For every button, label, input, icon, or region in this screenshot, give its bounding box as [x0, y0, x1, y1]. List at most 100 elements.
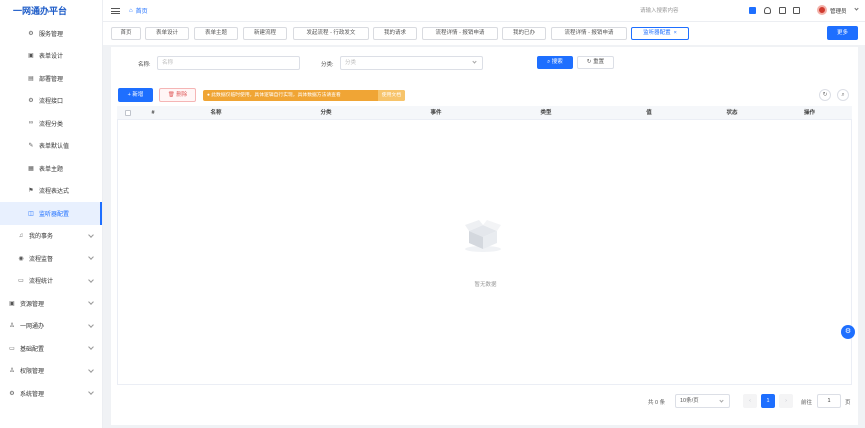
chevron-down-icon	[472, 59, 477, 64]
column-type[interactable]: 类型	[491, 106, 601, 120]
more-tabs-button[interactable]: 更多	[827, 26, 858, 40]
chevron-down-icon	[88, 389, 94, 395]
column-category[interactable]: 分类	[271, 106, 381, 120]
sidebar-item-9[interactable]: ♫ 我的事务	[0, 225, 102, 248]
sidebar-item-label: 监听器配置	[39, 211, 70, 218]
tab-my-done[interactable]: 我的已办	[502, 27, 546, 40]
sidebar-item-15[interactable]: ♙ 权限管理	[0, 360, 102, 383]
goto-page-input[interactable]: 1	[817, 394, 841, 408]
tab-label: 首页	[120, 30, 132, 36]
sidebar-item-0[interactable]: ⚙ 服务管理	[0, 22, 102, 45]
delete-button[interactable]: 🗑 删除	[159, 88, 196, 102]
listener-icon: ◫	[28, 210, 34, 217]
category-filter-label: 分类:	[321, 62, 334, 68]
tab-listener-config[interactable]: 监听器配置 ×	[631, 27, 689, 40]
tab-label: 新建流程	[253, 30, 276, 36]
sidebar-item-label: 基础配置	[20, 346, 45, 353]
chevron-down-icon	[88, 321, 94, 328]
reset-button[interactable]: ↻ 重置	[577, 56, 614, 69]
search-icon[interactable]	[793, 7, 800, 14]
chevron-down-icon[interactable]	[854, 6, 859, 11]
settings-float-icon[interactable]: ⚙	[841, 325, 855, 339]
tab-form-design[interactable]: 表单设计	[145, 27, 189, 40]
sidebar-item-12[interactable]: ▣ 资源管理	[0, 292, 102, 315]
sidebar-item-8[interactable]: ◫ 监听器配置	[0, 202, 102, 225]
sidebar-item-4[interactable]: ∞ 流程分类	[0, 112, 102, 135]
tab-form-theme[interactable]: 表单主题	[194, 27, 238, 40]
tab-new-process[interactable]: 新建流程	[243, 27, 287, 40]
sidebar-item-3[interactable]: ⚙ 流程接口	[0, 90, 102, 113]
tab-label: 表单主题	[204, 30, 227, 36]
name-filter-input[interactable]: 名称	[157, 56, 300, 70]
search-icon: ⌕	[547, 59, 551, 65]
tab-my-requests[interactable]: 我的请求	[373, 27, 417, 40]
cog-icon: ⚙	[28, 98, 34, 105]
permission-icon: ♙	[9, 368, 15, 375]
column-name[interactable]: 名称	[161, 106, 271, 120]
fullscreen-icon[interactable]	[779, 7, 786, 14]
tab-process-detail-1[interactable]: 流程详情 - 报销申请	[422, 27, 498, 40]
header-search-input[interactable]: 请输入搜索内容	[640, 6, 679, 14]
sidebar-item-1[interactable]: ▣ 表单设计	[0, 45, 102, 68]
prev-page-button[interactable]: ‹	[743, 394, 757, 408]
sidebar-item-16[interactable]: ⚙ 系统管理	[0, 382, 102, 405]
sidebar-item-label: 表单主题	[39, 166, 64, 173]
name-filter-label: 名称:	[138, 62, 151, 68]
avatar[interactable]	[817, 5, 827, 15]
sidebar-item-label: 系统管理	[20, 391, 45, 398]
bell-icon[interactable]	[764, 7, 771, 14]
system-icon: ⚙	[9, 390, 15, 397]
sidebar-item-6[interactable]: ▦ 表单主题	[0, 157, 102, 180]
chevron-down-icon	[88, 366, 94, 373]
sidebar-item-label: 流程接口	[39, 99, 64, 106]
search-toggle-icon[interactable]: ⌕	[837, 89, 849, 101]
home-icon: ⌂	[129, 7, 133, 14]
sidebar-item-5[interactable]: ✎ 表单默认值	[0, 135, 102, 158]
empty-box-illustration	[465, 220, 501, 252]
add-button[interactable]: + 新增	[118, 88, 153, 102]
usage-doc-link[interactable]: 使用文档	[377, 90, 405, 101]
close-icon[interactable]: ×	[674, 30, 677, 36]
tab-process-detail-2[interactable]: 流程详情 - 报销申请	[551, 27, 627, 40]
empty-state-text: 暂无数据	[474, 282, 497, 288]
sidebar-item-10[interactable]: ◉ 流程监督	[0, 247, 102, 270]
column-event[interactable]: 事件	[381, 106, 491, 120]
tab-label: 表单设计	[155, 30, 178, 36]
sidebar-item-13[interactable]: ♙ 一网通办	[0, 315, 102, 338]
refresh-table-icon[interactable]: ↻	[819, 89, 831, 101]
sidebar-item-label: 部署管理	[39, 76, 64, 83]
reset-button-label: 重置	[593, 59, 605, 65]
next-page-button[interactable]: ›	[779, 394, 793, 408]
sidebar-item-11[interactable]: ▭ 流程统计	[0, 270, 102, 293]
goto-label: 前往	[801, 400, 813, 406]
form-icon: ▣	[28, 53, 34, 60]
notification-icon[interactable]	[749, 7, 756, 14]
tab-label: 监听器配置	[643, 30, 671, 36]
sidebar-item-2[interactable]: ▤ 部署管理	[0, 67, 102, 90]
page-1-button[interactable]: 1	[761, 394, 775, 408]
tab-label: 我的请求	[383, 30, 406, 36]
sidebar-item-label: 服务管理	[39, 31, 64, 38]
column-status[interactable]: 状态	[697, 106, 767, 120]
sidebar-item-7[interactable]: ⚑ 流程表达式	[0, 180, 102, 203]
tab-start-process[interactable]: 发起流程 - 行政发文	[293, 27, 369, 40]
breadcrumb-home[interactable]: ⌂ 首页	[129, 6, 148, 16]
search-button-label: 搜索	[551, 59, 563, 65]
tab-label: 我的已办	[512, 30, 535, 36]
page-size-select[interactable]: 10条/页	[675, 394, 730, 408]
resource-icon: ▣	[9, 300, 15, 307]
user-name[interactable]: 管理员	[830, 7, 847, 15]
select-all-checkbox[interactable]	[125, 110, 131, 116]
sidebar-item-label: 表单默认值	[39, 144, 70, 151]
sidebar-menu: ⚙ 服务管理 ▣ 表单设计 ▤ 部署管理 ⚙ 流程接口 ∞ 流程分类 ✎ 表单默认值 ▦ 表单主题 ⚑ 流程表…	[0, 22, 102, 405]
tab-label: 流程详情 - 报销申请	[435, 30, 485, 36]
sidebar-item-14[interactable]: ▭ 基础配置	[0, 337, 102, 360]
sidebar-item-label: 权限管理	[20, 369, 45, 376]
plus-icon: +	[127, 92, 131, 98]
search-button[interactable]: ⌕ 搜索	[537, 56, 573, 69]
category-filter-select[interactable]: 分类	[340, 56, 483, 70]
hamburger-menu-icon[interactable]	[111, 8, 120, 14]
flag-icon: ⚑	[28, 188, 34, 195]
tab-home[interactable]: 首页	[111, 27, 141, 40]
column-value[interactable]: 值	[601, 106, 697, 120]
